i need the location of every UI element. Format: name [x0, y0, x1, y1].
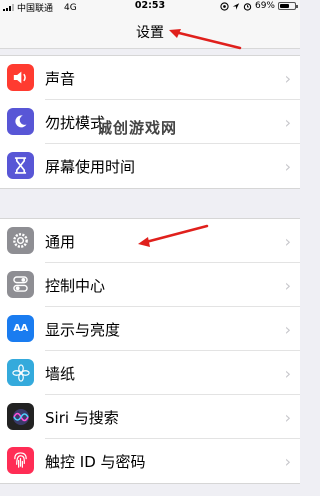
settings-item-label: 通用: [45, 233, 76, 251]
settings-item-siri-search[interactable]: Siri 与搜索 ›: [0, 395, 300, 439]
settings-item-control-center[interactable]: 控制中心 ›: [0, 263, 300, 307]
chevron-right-icon: ›: [284, 408, 291, 427]
settings-item-wallpaper[interactable]: 墙纸 ›: [0, 351, 300, 395]
settings-item-label: 墙纸: [45, 365, 76, 383]
battery-percent: 69%: [254, 1, 275, 11]
location-icon: [220, 1, 229, 11]
annotation-arrow-general: [138, 224, 209, 247]
fingerprint-icon: [7, 447, 34, 474]
speaker-icon: [7, 64, 34, 91]
status-bar: 中国联通 4G 02:53 69%: [0, 0, 300, 14]
chevron-right-icon: ›: [284, 157, 291, 176]
battery-fill: [280, 4, 290, 8]
navigation-bar: 设置: [0, 14, 300, 49]
settings-item-label: 屏幕使用时间: [45, 158, 136, 176]
chevron-right-icon: ›: [284, 69, 291, 88]
chevron-right-icon: ›: [284, 320, 291, 339]
settings-item-label: 勿扰模式: [45, 114, 106, 132]
settings-item-label: 显示与亮度: [45, 321, 121, 339]
aa-icon: AA: [7, 315, 34, 342]
settings-item-label: 声音: [45, 70, 76, 88]
status-right: 69%: [220, 1, 298, 11]
settings-item-label: 触控 ID 与密码: [45, 453, 146, 471]
annotation-arrow-title: [169, 29, 242, 50]
chevron-right-icon: ›: [284, 452, 291, 471]
hourglass-icon: [7, 152, 34, 179]
aa-icon-text: AA: [13, 323, 28, 334]
settings-item-label: Siri 与搜索: [45, 409, 119, 427]
toggles-icon: [7, 271, 34, 298]
alarm-icon: [243, 2, 252, 11]
chevron-right-icon: ›: [284, 232, 291, 251]
settings-item-touch-id-passcode[interactable]: 触控 ID 与密码 ›: [0, 439, 300, 483]
battery-icon: [278, 2, 298, 10]
chevron-right-icon: ›: [284, 113, 291, 132]
page-title: 设置: [136, 25, 164, 41]
settings-group-2: 通用 › 控制中心 › AA 显示与亮度 › 墙纸 › Siri 与搜索 › 触…: [0, 218, 300, 484]
flower-icon: [7, 359, 34, 386]
siri-icon: [7, 403, 34, 430]
settings-item-screen-time[interactable]: 屏幕使用时间 ›: [0, 144, 300, 188]
settings-item-label: 控制中心: [45, 277, 106, 295]
moon-icon: [7, 108, 34, 135]
chevron-right-icon: ›: [284, 364, 291, 383]
settings-item-sounds[interactable]: 声音 ›: [0, 56, 300, 100]
settings-item-display-brightness[interactable]: AA 显示与亮度 ›: [0, 307, 300, 351]
gear-icon: [7, 227, 34, 254]
navigation-arrow-icon: [232, 2, 240, 10]
watermark: 诚创游戏网: [97, 119, 178, 137]
chevron-right-icon: ›: [284, 276, 291, 295]
